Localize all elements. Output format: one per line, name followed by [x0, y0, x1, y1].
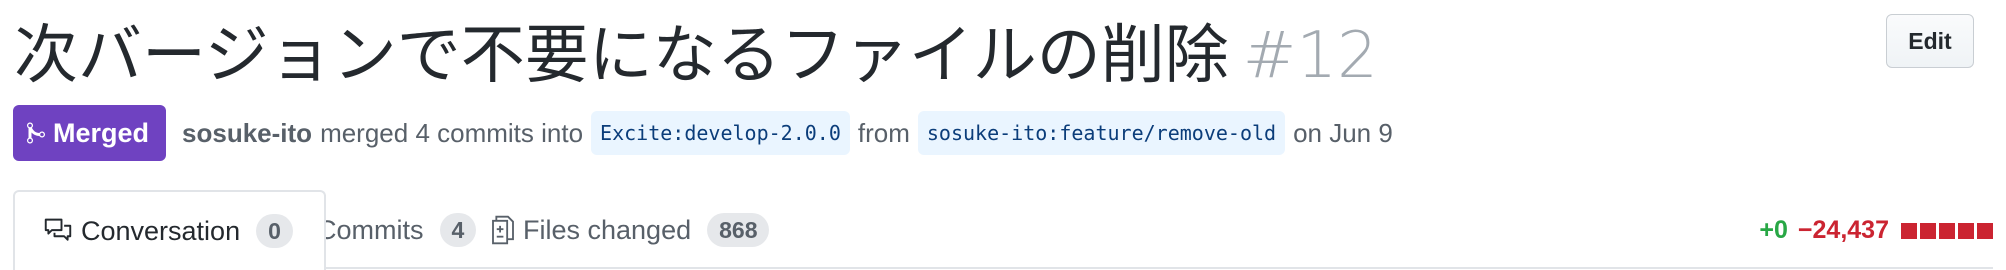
tab-files-changed-count: 868: [707, 213, 770, 247]
head-branch[interactable]: sosuke-ito:feature/remove-old: [917, 111, 1286, 155]
git-merge-icon: [27, 122, 45, 144]
diffstat-block: [1939, 222, 1955, 239]
pr-tabs: Conversation 0 Commits 4 Files changed 8…: [13, 190, 1993, 270]
diffstat-block: [1920, 222, 1936, 239]
page-title: 次バージョンで不要になるファイルの削除 #12: [14, 10, 1378, 102]
tab-conversation-count: 0: [256, 214, 293, 248]
tab-files-changed-label: Files changed: [523, 214, 692, 245]
from-text: from: [857, 117, 910, 148]
tab-conversation[interactable]: Conversation 0: [13, 190, 326, 270]
merge-date: on Jun 9: [1293, 117, 1393, 148]
merge-action-text: merged 4 commits into: [320, 117, 584, 148]
diffstat-block: [1958, 222, 1974, 239]
pr-number: #12: [1242, 19, 1378, 93]
base-branch[interactable]: Excite:develop-2.0.0: [591, 111, 850, 155]
edit-button[interactable]: Edit: [1886, 14, 1974, 68]
diffstat-block: [1901, 222, 1917, 239]
pr-header: 次バージョンで不要になるファイルの削除 #12: [10, 6, 2006, 106]
diffstat: +0 −24,437: [1759, 216, 1993, 245]
pr-meta: Merged sosuke-ito merged 4 commits into …: [13, 104, 1401, 162]
tab-conversation-label: Conversation: [81, 215, 241, 246]
diffstat-deletions: −24,437: [1797, 216, 1889, 244]
tab-files-changed[interactable]: Files changed 868: [491, 190, 770, 270]
pr-title-text: 次バージョンで不要になるファイルの削除: [14, 19, 1229, 93]
state-badge: Merged: [13, 105, 167, 161]
comment-discussion-icon: [44, 218, 72, 241]
file-diff-icon: [492, 215, 514, 245]
state-label: Merged: [53, 117, 150, 148]
author-link[interactable]: sosuke-ito: [182, 118, 312, 149]
tab-commits-label: Commits: [317, 214, 424, 245]
diffstat-additions: +0: [1759, 216, 1788, 244]
diffstat-block: [1977, 222, 1993, 239]
tab-commits-count: 4: [439, 213, 477, 247]
diffstat-blocks: [1898, 222, 1993, 239]
